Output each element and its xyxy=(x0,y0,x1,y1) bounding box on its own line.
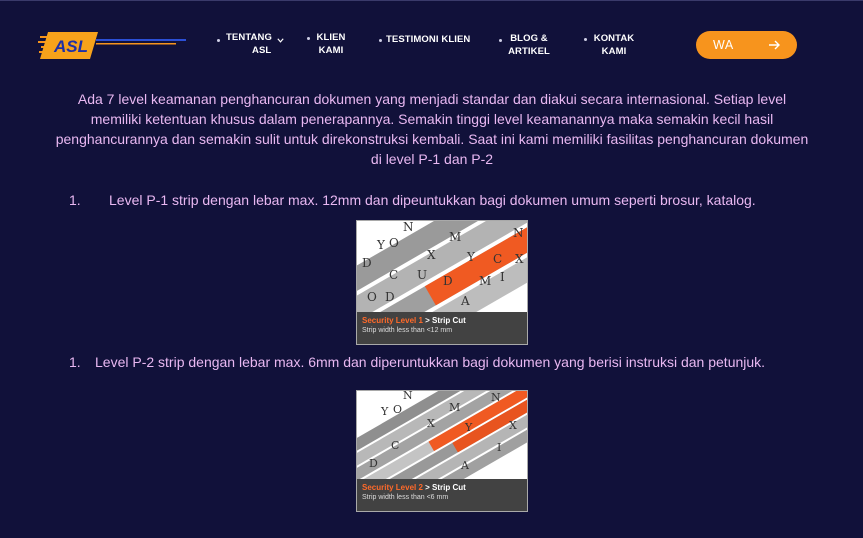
nav-label-line2: KAMI xyxy=(601,46,627,57)
strip-cut-illustration: Y ON XMY NXC D AI xyxy=(357,391,527,479)
level-p2-caption: Security Level 2 > Strip Cut Strip width… xyxy=(357,479,527,511)
svg-text:D: D xyxy=(362,256,372,270)
nav-label-line2: ARTIKEL xyxy=(508,46,550,57)
svg-text:O: O xyxy=(393,403,402,416)
svg-text:U: U xyxy=(417,268,427,282)
nav-item-tentang[interactable]: TENTANG ASL xyxy=(224,31,274,57)
level-p1-image: YON XMD CUD YMC NXD AIO Security Level 1… xyxy=(356,220,528,345)
caption-type: > Strip Cut xyxy=(422,316,466,325)
svg-text:M: M xyxy=(479,274,491,288)
nav-item-testimoni[interactable]: TESTIMONI KLIEN xyxy=(386,33,476,46)
svg-text:X: X xyxy=(515,252,524,266)
svg-text:Y: Y xyxy=(464,421,473,434)
svg-text:D: D xyxy=(369,457,378,470)
svg-text:X: X xyxy=(427,417,435,430)
whatsapp-button-label: WA xyxy=(713,38,734,52)
svg-text:I: I xyxy=(497,441,501,454)
nav-item-kontak[interactable]: KONTAK KAMI xyxy=(590,32,638,58)
svg-text:I: I xyxy=(500,270,505,284)
list-number: 1. xyxy=(69,354,81,370)
arrow-right-icon xyxy=(769,40,780,50)
svg-text:O: O xyxy=(389,236,399,250)
svg-text:D: D xyxy=(385,290,395,304)
strip-cut-illustration: Y ON XMD CUD YMC NXD AIO xyxy=(357,221,527,312)
level-p2-text: Level P-2 strip dengan lebar max. 6mm da… xyxy=(95,354,766,370)
caption-desc: Strip width less than <6 mm xyxy=(362,494,449,501)
nav-label-line2: ASL xyxy=(252,45,272,56)
logo-text: ASL xyxy=(53,37,88,56)
brand-logo[interactable]: ASL xyxy=(38,28,188,62)
svg-text:C: C xyxy=(389,268,398,282)
chevron-down-icon[interactable] xyxy=(276,36,285,45)
nav-bullet xyxy=(379,39,382,42)
nav-item-klien[interactable]: KLIEN KAMI xyxy=(313,31,349,57)
caption-desc: Strip width less than <12 mm xyxy=(362,327,453,334)
list-number: 1. xyxy=(69,192,81,208)
svg-text:Y: Y xyxy=(380,405,389,418)
svg-text:A: A xyxy=(460,294,470,308)
nav-label-line1: BLOG & xyxy=(510,33,548,44)
level-p1-caption: Security Level 1 > Strip Cut Strip width… xyxy=(357,312,527,344)
svg-text:Y: Y xyxy=(466,250,476,264)
whatsapp-button[interactable]: WA xyxy=(696,31,797,59)
svg-text:M: M xyxy=(449,230,461,244)
nav-bullet xyxy=(217,39,220,42)
svg-text:A: A xyxy=(460,459,470,472)
svg-text:X: X xyxy=(427,248,436,262)
nav-label-line1: KLIEN xyxy=(316,32,346,43)
nav-bullet xyxy=(584,38,587,41)
svg-text:C: C xyxy=(493,252,502,266)
svg-text:D: D xyxy=(443,274,453,288)
svg-text:N: N xyxy=(513,226,524,240)
level-p2-image: YON XMY NXC DAI Security Level 2 > Strip… xyxy=(356,390,528,512)
nav-label-line1: TESTIMONI KLIEN xyxy=(386,34,471,45)
top-border xyxy=(0,0,863,1)
nav-label-line1: KONTAK xyxy=(593,33,635,44)
svg-text:X: X xyxy=(509,419,517,432)
intro-paragraph: Ada 7 level keamanan penghancuran dokume… xyxy=(55,91,809,167)
svg-text:Y: Y xyxy=(376,238,386,252)
svg-text:N: N xyxy=(403,391,413,402)
level-p1-text: Level P-1 strip dengan lebar max. 12mm d… xyxy=(109,192,756,208)
nav-item-blog[interactable]: BLOG & ARTIKEL xyxy=(506,32,552,58)
caption-type: > Strip Cut xyxy=(422,483,466,492)
caption-level: Security Level 1 xyxy=(362,316,423,325)
svg-text:N: N xyxy=(491,391,501,404)
caption-level: Security Level 2 xyxy=(362,483,423,492)
nav-label-line1: TENTANG xyxy=(226,32,272,43)
svg-text:O: O xyxy=(367,290,377,304)
nav-bullet xyxy=(307,37,310,40)
nav-label-line2: KAMI xyxy=(318,45,344,56)
svg-text:M: M xyxy=(449,401,460,414)
svg-text:C: C xyxy=(391,439,399,452)
nav-bullet xyxy=(499,39,502,42)
svg-text:N: N xyxy=(403,221,414,234)
